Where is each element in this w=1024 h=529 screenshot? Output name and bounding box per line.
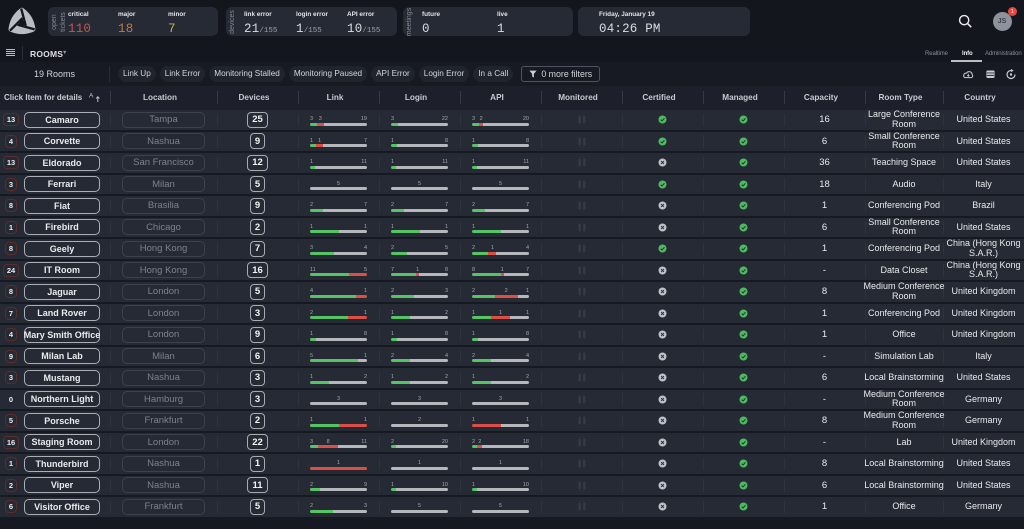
svg-text:A: A bbox=[89, 93, 94, 100]
